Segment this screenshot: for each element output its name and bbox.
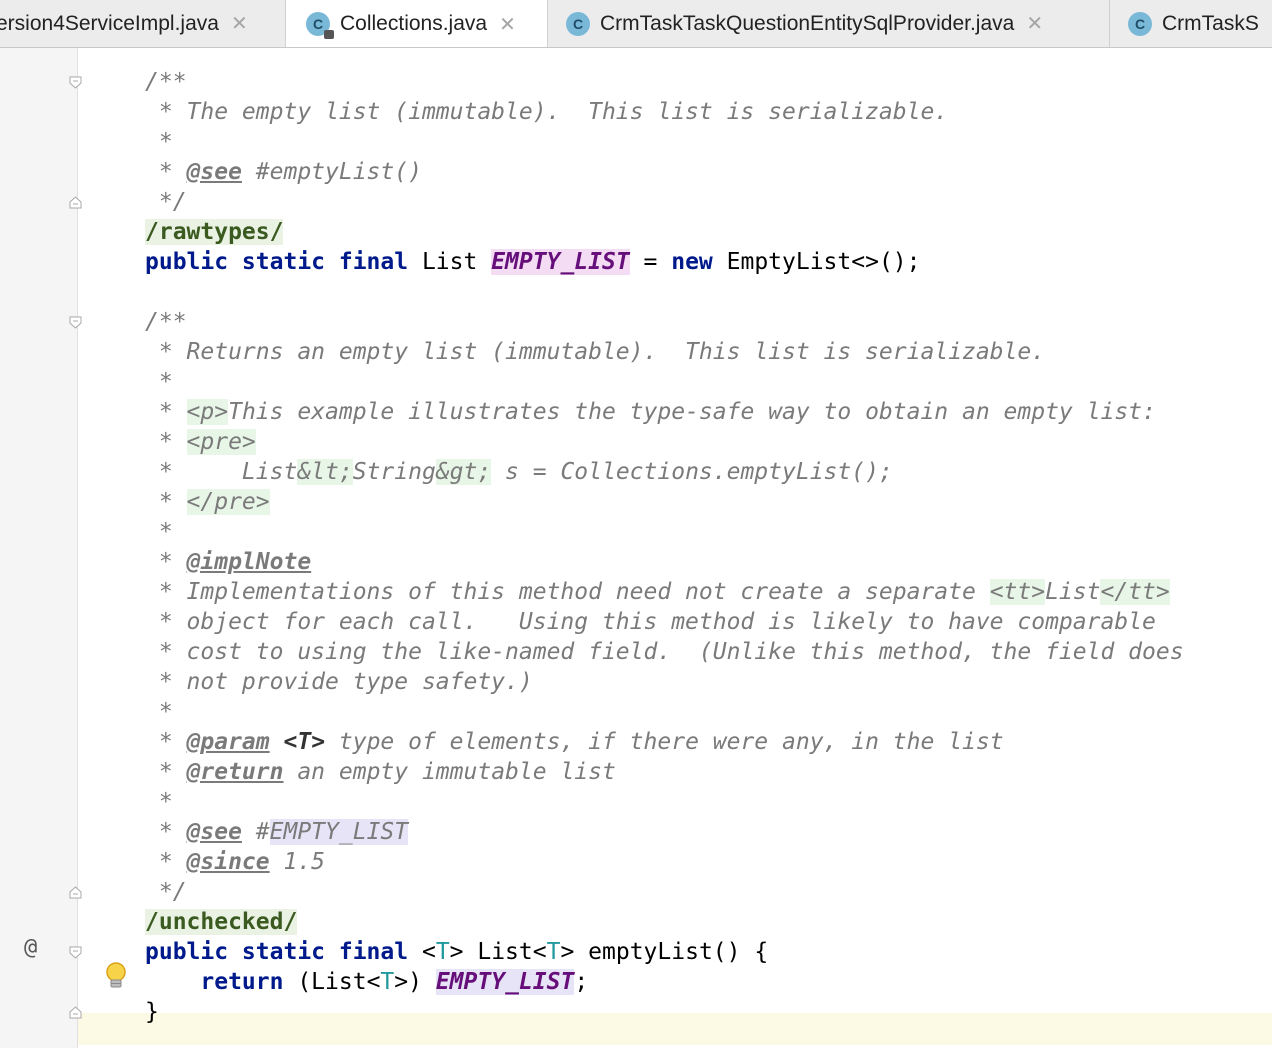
fold-open-icon[interactable]	[69, 316, 82, 329]
tab-collections[interactable]: C Collections.java ✕	[286, 0, 548, 47]
code-line: *	[145, 129, 173, 155]
close-icon[interactable]: ✕	[231, 11, 248, 36]
fold-close-icon[interactable]	[69, 1006, 82, 1019]
code-line: }	[145, 999, 159, 1025]
code-line: */	[145, 189, 187, 215]
code-line: * not provide type safety.)	[145, 669, 533, 695]
fold-close-icon[interactable]	[69, 886, 82, 899]
code-line: *	[145, 519, 173, 545]
class-icon: C	[566, 11, 590, 36]
code-line: * cost to using the like-named field. (U…	[145, 639, 1184, 665]
code-line: * @return an empty immutable list	[145, 759, 616, 785]
tab-label: ersion4ServiceImpl.java	[0, 11, 219, 35]
code-line: *	[145, 699, 173, 725]
lock-icon	[324, 30, 334, 39]
code-line: /**	[145, 309, 187, 335]
code-line-current[interactable]: return (List<T>) EMPTY_LIST;	[145, 967, 588, 997]
code-line: * <p>This example illustrates the type-s…	[145, 399, 1156, 425]
tab-label: CrmTaskS	[1162, 11, 1259, 35]
overriding-method-marker[interactable]: @	[24, 935, 37, 960]
code-line: * object for each call. Using this metho…	[145, 609, 1156, 635]
code-line: * @since 1.5	[145, 849, 326, 875]
editor-tab-bar: ersion4ServiceImpl.java ✕ C Collections.…	[0, 0, 1272, 48]
code-editor[interactable]: @ /** * The empty list (immutable). This…	[0, 48, 1272, 1048]
fold-close-icon[interactable]	[69, 196, 82, 209]
tab-crmtasks[interactable]: C CrmTaskS	[1110, 0, 1272, 47]
tab-version4serviceimpl[interactable]: ersion4ServiceImpl.java ✕	[0, 0, 286, 47]
current-line-highlight	[78, 1013, 1272, 1045]
tab-crmtasktaskquestionentitysqlprovider[interactable]: C CrmTaskTaskQuestionEntitySqlProvider.j…	[548, 0, 1110, 47]
code-line: /unchecked/	[145, 909, 298, 935]
lightbulb-icon[interactable]	[104, 961, 128, 995]
close-icon[interactable]: ✕	[499, 12, 516, 37]
code-line: *	[145, 789, 173, 815]
code-line: /rawtypes/	[145, 219, 284, 245]
tab-label: Collections.java	[340, 12, 488, 35]
code-line: * @see #EMPTY_LIST	[145, 819, 409, 845]
close-icon[interactable]: ✕	[1026, 11, 1043, 36]
class-locked-icon: C	[306, 12, 334, 39]
code-line: * Implementations of this method need no…	[145, 579, 1170, 605]
code-line: * @param <T> type of elements, if there …	[145, 729, 1004, 755]
code-line: * @see #emptyList()	[145, 159, 422, 185]
code-line: * <pre>	[145, 429, 256, 455]
fold-open-icon[interactable]	[69, 76, 82, 89]
code-line: * The empty list (immutable). This list …	[145, 99, 949, 125]
fold-open-icon[interactable]	[69, 946, 82, 959]
class-icon: C	[1128, 11, 1152, 36]
code-line: * </pre>	[145, 489, 270, 515]
code-line: *	[145, 369, 173, 395]
code-line: /**	[145, 69, 187, 95]
code-line: */	[145, 879, 187, 905]
code-line: * List&lt;String&gt; s = Collections.emp…	[145, 459, 893, 485]
code-line: * Returns an empty list (immutable). Thi…	[145, 339, 1046, 365]
code-line: public static final List EMPTY_LIST = ne…	[145, 249, 921, 275]
code-line: public static final <T> List<T> emptyLis…	[145, 939, 769, 965]
code-line: * @implNote	[145, 549, 312, 575]
tab-label: CrmTaskTaskQuestionEntitySqlProvider.jav…	[600, 11, 1015, 35]
